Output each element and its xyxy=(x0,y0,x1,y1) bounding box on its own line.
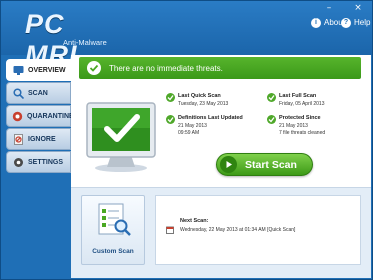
ignore-icon xyxy=(12,133,24,145)
next-scan-title: Next Scan: xyxy=(180,218,209,224)
protected-monitor-icon xyxy=(85,97,157,175)
start-scan-button[interactable]: Start Scan xyxy=(216,153,313,176)
custom-scan-button[interactable]: Custom Scan xyxy=(81,195,145,265)
sidebar-item-overview[interactable]: OVERVIEW xyxy=(6,59,71,81)
status-banner: There are no immediate threats. xyxy=(79,57,361,79)
protected-since: Protected Since 21 May 2013 7 file threa… xyxy=(267,115,357,145)
check-icon xyxy=(166,115,175,124)
protected-since-label: Protected Since xyxy=(279,115,321,121)
overview-icon xyxy=(12,64,24,76)
definitions-time: 09:59 AM xyxy=(178,130,200,136)
sidebar-item-label: QUARANTINE xyxy=(27,112,74,120)
last-quick-scan-label: Last Quick Scan xyxy=(178,93,221,99)
check-icon xyxy=(267,115,276,124)
bottom-panel: Custom Scan Next Scan: Wednesday, 22 May… xyxy=(71,187,371,278)
protected-since-date: 21 May 2013 xyxy=(279,123,308,129)
last-full-scan: Last Full Scan Friday, 05 April 2013 xyxy=(267,93,357,113)
quarantine-icon xyxy=(12,110,23,122)
last-quick-scan-value: Tuesday, 23 May 2013 xyxy=(178,101,229,107)
app-logo: PC MRI Anti-Malware xyxy=(25,9,120,70)
last-full-scan-label: Last Full Scan xyxy=(279,93,317,99)
app-window: PC MRI Anti-Malware – × i About ? Help O… xyxy=(0,0,373,280)
logo-subtitle: Anti-Malware xyxy=(63,38,107,47)
start-scan-label: Start Scan xyxy=(245,158,297,171)
sidebar-item-label: SCAN xyxy=(28,89,48,97)
scan-icon xyxy=(12,87,24,99)
sidebar-item-ignore[interactable]: IGNORE xyxy=(6,128,71,150)
definitions-label: Definitions Last Updated xyxy=(178,115,243,121)
play-icon xyxy=(220,156,237,173)
help-icon: ? xyxy=(341,17,351,28)
help-label: Help xyxy=(354,18,371,27)
about-link[interactable]: i About xyxy=(311,16,345,29)
help-link[interactable]: ? Help xyxy=(341,16,370,29)
info-icon: i xyxy=(311,17,321,28)
check-icon xyxy=(166,93,175,102)
sidebar-item-label: IGNORE xyxy=(28,135,56,143)
next-scan-detail: Wednesday, 22 May 2013 at 01:34 AM [Quic… xyxy=(180,227,296,233)
sidebar: OVERVIEW SCAN QUARANTINE IGNORE SETTINGS xyxy=(4,55,74,279)
custom-scan-label: Custom Scan xyxy=(92,248,134,255)
check-icon xyxy=(267,93,276,102)
definitions-last-updated: Definitions Last Updated 21 May 2013 09:… xyxy=(166,115,256,145)
sidebar-item-label: SETTINGS xyxy=(28,158,64,166)
status-message: There are no immediate threats. xyxy=(109,63,223,73)
threats-cleaned-count: 7 file threats cleaned xyxy=(279,130,326,136)
definitions-date: 21 May 2013 xyxy=(178,123,207,129)
last-quick-scan: Last Quick Scan Tuesday, 23 May 2013 xyxy=(166,93,256,113)
minimize-button[interactable]: – xyxy=(321,3,337,14)
settings-icon xyxy=(12,156,24,168)
calendar-icon xyxy=(166,219,174,234)
sidebar-item-settings[interactable]: SETTINGS xyxy=(6,151,71,173)
close-button[interactable]: × xyxy=(348,3,368,14)
custom-scan-icon xyxy=(97,202,131,238)
title-bar: PC MRI Anti-Malware – × i About ? Help xyxy=(1,1,372,70)
check-icon xyxy=(87,61,101,75)
last-full-scan-value: Friday, 05 April 2013 xyxy=(279,101,325,107)
sidebar-item-quarantine[interactable]: QUARANTINE xyxy=(6,105,74,127)
overview-panel: There are no immediate threats. Last Qui… xyxy=(71,55,371,278)
sidebar-item-scan[interactable]: SCAN xyxy=(6,82,71,104)
sidebar-item-label: OVERVIEW xyxy=(28,66,66,74)
next-scan-panel: Next Scan: Wednesday, 22 May 2013 at 01:… xyxy=(155,195,361,265)
